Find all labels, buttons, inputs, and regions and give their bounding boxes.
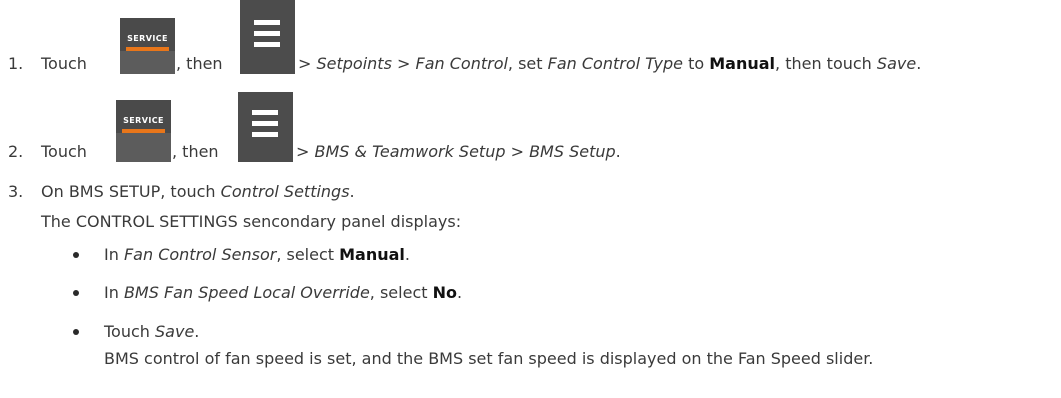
menu-path-bms-teamwork-setup: BMS & Teamwork Setup [314, 142, 506, 161]
menu-line-icon [254, 42, 280, 47]
menu-line-icon [252, 132, 278, 137]
bullet-icon [73, 252, 79, 258]
text-fragment: . [404, 245, 410, 264]
menu-line-icon [254, 31, 280, 36]
step-3-line-1: On BMS SETUP, touch Control Settings. [41, 182, 355, 202]
text-fragment: . [456, 283, 463, 302]
service-button-icon: SERVICE [116, 100, 171, 162]
text-fragment: In [104, 245, 124, 264]
text-fragment: , select [276, 245, 340, 264]
field-fan-control-sensor: Fan Control Sensor [123, 245, 277, 264]
step-2-number: 2. [8, 142, 24, 161]
menu-path-setpoints: Setpoints [316, 54, 392, 73]
path-separator: > [391, 54, 416, 73]
field-bms-fan-speed-local-override: BMS Fan Speed Local Override [123, 283, 370, 302]
path-separator: > [298, 54, 317, 73]
bullet-icon [73, 329, 79, 335]
hamburger-menu-icon [240, 0, 295, 74]
hamburger-menu-icon [238, 92, 293, 162]
text-fragment: , then touch [775, 54, 877, 73]
bullet-touch-save: Touch Save. [104, 322, 199, 342]
bullet-bms-fan-speed-override: In BMS Fan Speed Local Override, select … [104, 283, 462, 303]
bullet-icon [73, 290, 79, 296]
service-icon-label: SERVICE [123, 116, 164, 125]
path-separator: > [296, 142, 315, 161]
service-icon-base [116, 133, 171, 162]
step-3-result: BMS control of fan speed is set, and the… [104, 349, 874, 368]
text-fragment: In [104, 283, 124, 302]
step-3-number: 3. [8, 182, 24, 201]
step-1-then: , then [176, 54, 223, 73]
text-fragment: . [916, 54, 922, 73]
step-2-text: > BMS & Teamwork Setup > BMS Setup. [296, 142, 621, 162]
menu-line-icon [252, 121, 278, 126]
text-fragment: to [683, 54, 710, 73]
menu-line-icon [252, 110, 278, 115]
step-1-number: 1. [8, 54, 24, 73]
text-fragment: . [349, 182, 355, 201]
step-3-line-2: The CONTROL SETTINGS sencondary panel di… [41, 212, 462, 231]
text-fragment: . [615, 142, 621, 161]
menu-path-fan-control: Fan Control [415, 54, 508, 73]
service-icon-label: SERVICE [127, 34, 168, 43]
value-no: No [432, 283, 457, 302]
text-fragment: On BMS SETUP, touch [41, 182, 221, 201]
service-button-icon: SERVICE [120, 18, 175, 74]
action-save: Save [876, 54, 917, 73]
step-1-text: > Setpoints > Fan Control, set Fan Contr… [298, 54, 921, 74]
step-2-touch: Touch [41, 142, 87, 161]
text-fragment: , select [369, 283, 433, 302]
action-save: Save [155, 322, 195, 341]
step-1-touch: Touch [41, 54, 87, 73]
text-fragment: Touch [104, 322, 156, 341]
bullet-fan-control-sensor: In Fan Control Sensor, select Manual. [104, 245, 410, 265]
text-fragment: . [194, 322, 200, 341]
field-fan-control-type: Fan Control Type [547, 54, 683, 73]
step-2-then: , then [172, 142, 219, 161]
text-fragment: , set [507, 54, 548, 73]
menu-line-icon [254, 20, 280, 25]
menu-path-bms-setup: BMS Setup [529, 142, 616, 161]
service-icon-base [120, 51, 175, 74]
control-settings-link: Control Settings [220, 182, 350, 201]
value-manual: Manual [709, 54, 776, 73]
path-separator: > [505, 142, 530, 161]
value-manual: Manual [339, 245, 405, 264]
